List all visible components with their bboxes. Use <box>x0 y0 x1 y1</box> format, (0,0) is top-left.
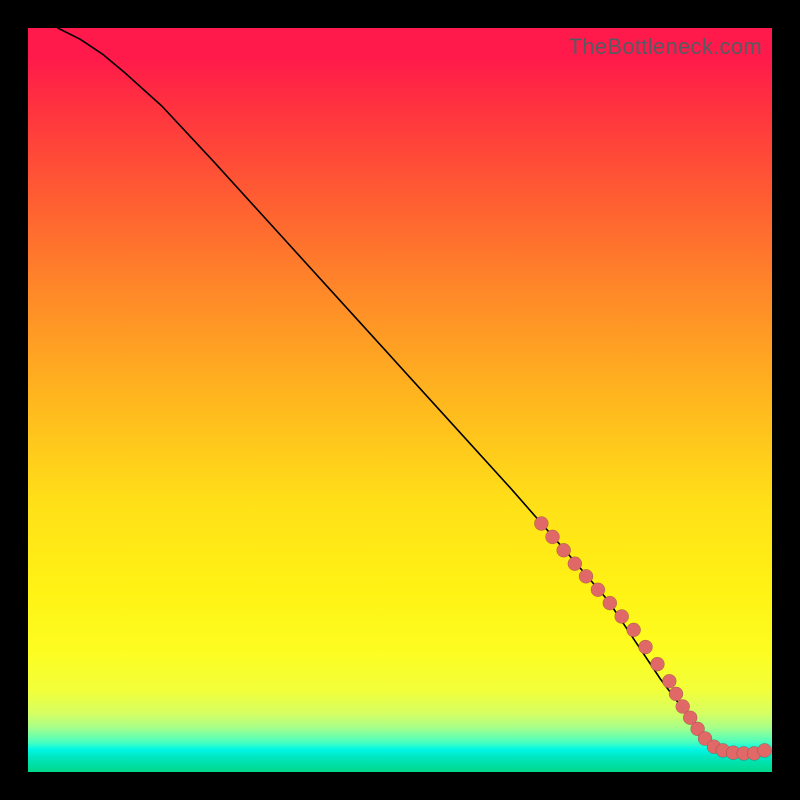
data-point <box>591 583 605 597</box>
data-point <box>662 674 676 688</box>
data-point <box>557 543 571 557</box>
plot-area: TheBottleneck.com <box>28 28 772 772</box>
data-point-group <box>534 517 771 761</box>
data-point <box>615 610 629 624</box>
data-point <box>669 687 683 701</box>
data-point <box>546 530 560 544</box>
bottleneck-curve <box>58 28 765 756</box>
chart-stage: TheBottleneck.com <box>0 0 800 800</box>
data-point <box>579 569 593 583</box>
data-point <box>639 640 653 654</box>
data-point <box>534 517 548 531</box>
data-point <box>603 596 617 610</box>
data-point <box>627 623 641 637</box>
data-point <box>568 557 582 571</box>
chart-overlay <box>28 28 772 772</box>
watermark-text: TheBottleneck.com <box>569 34 762 60</box>
data-point <box>758 743 772 757</box>
data-point <box>650 657 664 671</box>
